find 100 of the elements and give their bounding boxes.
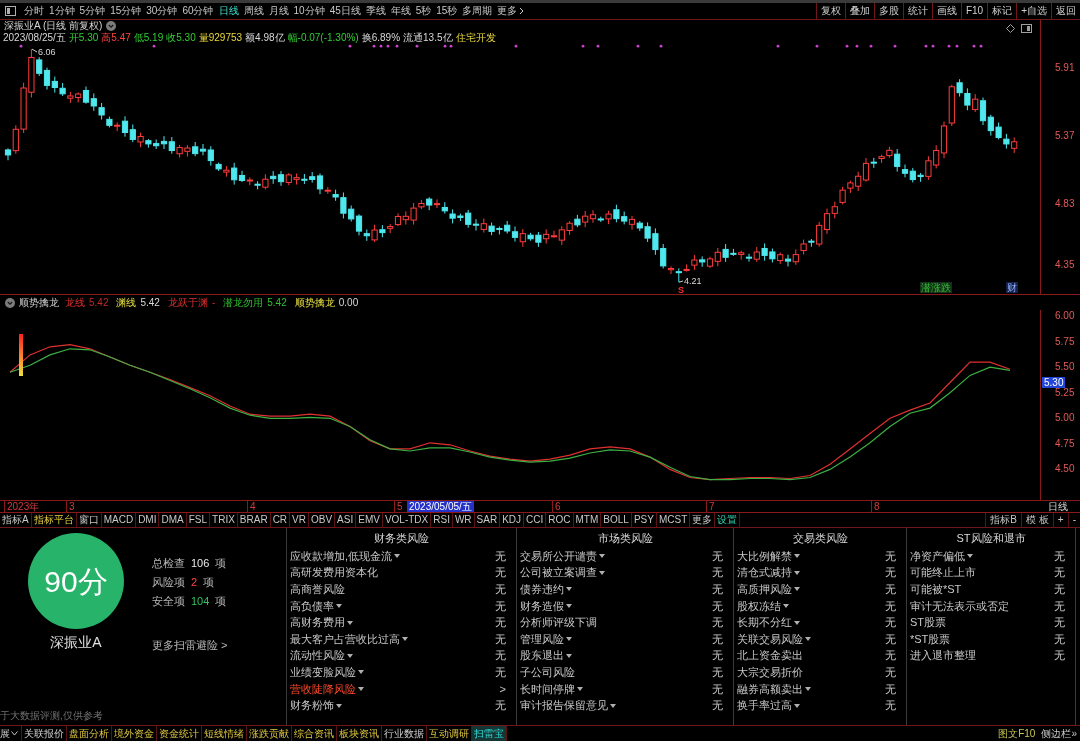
bottom-tab[interactable]: 短线情绪 [202,726,247,741]
more-periods-button[interactable]: 更多 [497,5,525,17]
risk-item-dropdown[interactable]: 高负债率 [290,599,342,613]
indicator-tab[interactable]: MACD [101,513,137,527]
side-tab[interactable]: 侧边栏» [1038,726,1080,741]
bottom-tab[interactable]: 盘面分析 [67,726,112,741]
bottom-tab[interactable]: 关联报价 [22,726,67,741]
risk-item-dropdown[interactable]: 高财务费用 [290,616,353,630]
period-tab[interactable]: 月线 [268,5,289,17]
risk-item-dropdown[interactable]: 审计报告保留意见 [520,699,616,713]
bottom-tab[interactable]: 境外资金 [112,726,157,741]
toolbar-button[interactable]: 多股 [873,3,903,19]
period-tab[interactable]: 5分钟 [79,5,106,17]
panel-icon[interactable] [1021,23,1032,33]
indicator-tab[interactable]: EMV [356,513,383,527]
bottom-tab[interactable]: 板块资讯 [337,726,382,741]
panel-icon[interactable] [5,6,16,16]
risk-item-dropdown[interactable]: 流动性风险 [290,649,353,663]
indicator-tab[interactable]: BRAR [237,513,271,527]
bottom-tab[interactable]: 资金统计 [157,726,202,741]
indicator-tab[interactable]: OBV [309,513,336,527]
indicator-tab[interactable]: WR [452,513,475,527]
event-tag[interactable]: 财 [1006,282,1018,293]
risk-item-dropdown[interactable]: 财务粉饰 [290,699,342,713]
risk-item-dropdown[interactable]: 管理风险 [520,632,572,646]
indicator-tab[interactable]: 设置 [715,513,741,527]
period-tab[interactable]: 45日线 [329,5,361,17]
bottom-tab[interactable]: 综合资讯 [292,726,337,741]
indicator-tab[interactable]: ROC [546,513,574,527]
toolbar-button[interactable]: 画线 [931,3,961,19]
indicator-tab[interactable]: RSI [431,513,453,527]
indicator-tab[interactable]: SAR [474,513,501,527]
risk-item-dropdown[interactable]: 营收陡降风险 [290,682,364,696]
period-tab[interactable]: 10分钟 [293,5,325,17]
indicator-tab[interactable]: + [1052,513,1068,527]
risk-item-dropdown[interactable]: 长期不分红 [737,616,800,630]
toolbar-button[interactable]: +自选 [1016,3,1051,19]
period-tab[interactable]: 15秒 [436,5,458,17]
circle-chevron-icon[interactable] [5,297,15,308]
period-tab[interactable]: 30分钟 [146,5,178,17]
risk-item-dropdown[interactable]: 交易所公开谴责 [520,549,605,563]
toolbar-button[interactable]: 统计 [902,3,932,19]
indicator-tab[interactable]: KDJ [500,513,525,527]
side-tab[interactable]: 图文F10 [995,726,1039,741]
period-tab[interactable]: 日线 [218,5,239,17]
risk-item-dropdown[interactable]: 最大客户占营收比过高 [290,632,408,646]
risk-item-dropdown[interactable]: 股东退出 [520,649,572,663]
period-tab[interactable]: 年线 [390,5,411,17]
bottom-tab[interactable]: 涨跌贡献 [247,726,292,741]
period-tab[interactable]: 周线 [243,5,264,17]
indicator-tab[interactable]: DMI [136,513,160,527]
expand-button[interactable]: 展 [0,726,22,741]
period-tab[interactable]: 多周期 [462,5,493,17]
toolbar-button[interactable]: F10 [960,3,988,19]
risk-item-dropdown[interactable]: 净资产偏低 [910,549,973,563]
period-tab[interactable]: 15分钟 [110,5,142,17]
risk-item-dropdown[interactable]: 财务造假 [520,599,572,613]
risk-item-dropdown[interactable]: 大比例解禁 [737,549,800,563]
risk-item-dropdown[interactable]: 业绩变脸风险 [290,665,364,679]
indicator-tab[interactable]: 指标A [0,513,32,527]
toolbar-button[interactable]: 标记 [987,3,1017,19]
period-tab[interactable]: 分时 [24,5,44,17]
indicator-tab[interactable]: CR [270,513,291,527]
indicator-tab[interactable]: PSY [631,513,657,527]
risk-item-dropdown[interactable]: 换手率过高 [737,699,800,713]
period-tab[interactable]: 1分钟 [49,5,75,17]
indicator-tab[interactable]: VOL-TDX [382,513,432,527]
period-tab[interactable]: 60分钟 [182,5,214,17]
risk-item-dropdown[interactable]: 关联交易风险 [737,632,811,646]
risk-item-dropdown[interactable]: 公司被立案调查 [520,566,605,580]
risk-item-dropdown[interactable]: 股权冻结 [737,599,789,613]
event-tag[interactable]: 潜涨跌 [920,282,952,293]
period-tab[interactable]: 5秒 [415,5,432,17]
indicator-tab[interactable]: MTM [573,513,602,527]
circle-chevron-icon[interactable] [106,21,117,31]
risk-item-dropdown[interactable]: 债券违约 [520,583,572,596]
indicator-tab[interactable]: - [1067,513,1080,527]
indicator-tab[interactable]: DMA [159,513,187,527]
period-tab[interactable]: 季线 [365,5,386,17]
indicator-tab[interactable]: FSL [186,513,211,527]
risk-item-dropdown[interactable]: 清仓式减持 [737,566,800,580]
indicator-tab[interactable]: 指标B [985,513,1022,527]
diamond-icon[interactable] [1006,23,1015,33]
more-scan-link[interactable]: 更多扫雷避险 > [152,637,228,654]
indicator-tab[interactable]: VR [290,513,309,527]
risk-item-dropdown[interactable]: 高质押风险 [737,583,800,596]
indicator-tab[interactable]: MCST [656,513,691,527]
indicator-tab[interactable]: 指标平台 [31,513,77,527]
indicator-tab[interactable]: 窗口 [76,513,102,527]
indicator-tab[interactable]: ASI [335,513,357,527]
indicator-tab[interactable]: BOLL [601,513,632,527]
bottom-tab[interactable]: 扫雷宝 [472,726,507,741]
toolbar-button[interactable]: 叠加 [844,3,874,19]
risk-item-dropdown[interactable]: 应收款增加,低现金流 [290,549,401,563]
indicator-tab[interactable]: CCI [524,513,547,527]
indicator-tab[interactable]: TRIX [210,513,238,527]
toolbar-button[interactable]: 复权 [815,3,845,19]
indicator-tab[interactable]: 更多 [690,513,716,527]
risk-item-dropdown[interactable]: 长时间停牌 [520,682,583,696]
indicator-tab[interactable]: 模 板 [1021,513,1053,527]
